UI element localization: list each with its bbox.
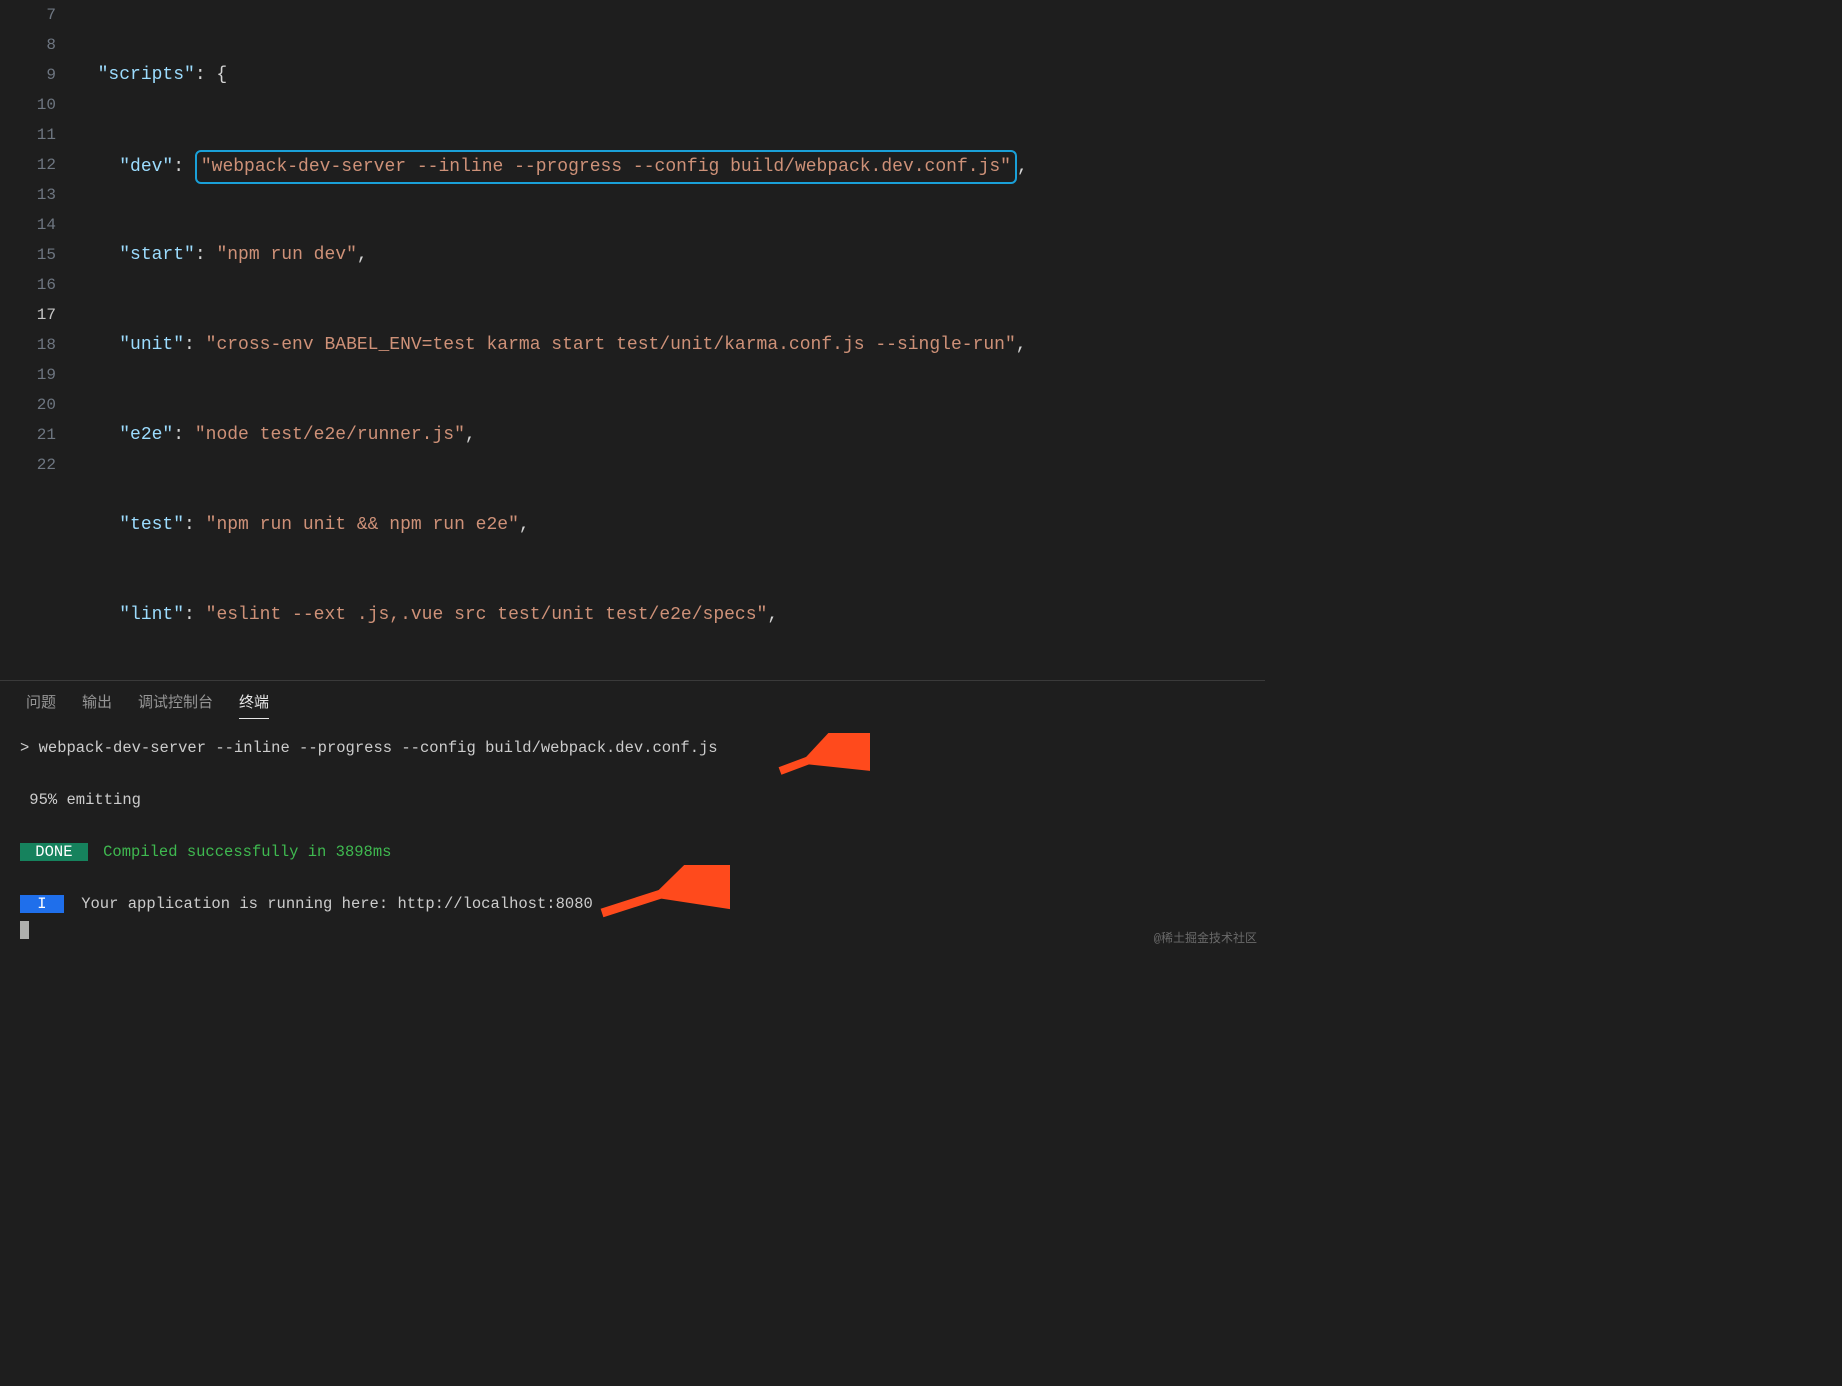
tab-debug-console[interactable]: 调试控制台 [138,691,213,719]
line-number: 8 [0,30,56,60]
terminal-line: DONE Compiled successfully in 3898ms [20,839,1245,865]
arrow-annotation-icon [590,865,730,925]
code-line[interactable]: "dev": "webpack-dev-server --inline --pr… [76,150,1265,180]
terminal-line: > webpack-dev-server --inline --progress… [20,735,1245,761]
line-number: 14 [0,210,56,240]
panel-tabs: 问题 输出 调试控制台 终端 [0,681,1265,725]
code-line[interactable]: "scripts": { [76,60,1265,90]
line-number: 16 [0,270,56,300]
line-number: 17 [0,300,56,330]
line-number: 22 [0,450,56,480]
line-number: 7 [0,0,56,30]
tab-terminal[interactable]: 终端 [239,691,269,719]
bottom-panel: 问题 输出 调试控制台 终端 > webpack-dev-server --in… [0,680,1265,952]
tab-problems[interactable]: 问题 [26,691,56,719]
watermark: @稀土掘金技术社区 [1154,929,1257,946]
terminal-line [20,761,1245,787]
line-number: 18 [0,330,56,360]
terminal-line: 95% emitting [20,787,1245,813]
line-number: 13 [0,180,56,210]
code-line[interactable]: "lint": "eslint --ext .js,.vue src test/… [76,600,1265,630]
info-badge: I [20,895,64,913]
code-line[interactable]: "start": "npm run dev", [76,240,1265,270]
code-line[interactable]: "e2e": "node test/e2e/runner.js", [76,420,1265,450]
code-content[interactable]: "scripts": { "dev": "webpack-dev-server … [76,0,1265,680]
terminal-line [20,813,1245,839]
code-editor[interactable]: 7 8 9 10 11 12 13 14 15 16 17 18 19 20 2… [0,0,1265,680]
line-number: 9 [0,60,56,90]
highlight-box: "webpack-dev-server --inline --progress … [195,150,1017,184]
done-badge: DONE [20,843,88,861]
line-number: 10 [0,90,56,120]
arrow-annotation-icon [770,733,870,783]
tab-output[interactable]: 输出 [82,691,112,719]
line-number: 20 [0,390,56,420]
code-line[interactable]: "unit": "cross-env BABEL_ENV=test karma … [76,330,1265,360]
line-number: 21 [0,420,56,450]
line-gutter: 7 8 9 10 11 12 13 14 15 16 17 18 19 20 2… [0,0,76,680]
code-line[interactable]: "test": "npm run unit && npm run e2e", [76,510,1265,540]
line-number: 19 [0,360,56,390]
line-number: 11 [0,120,56,150]
terminal-cursor [20,921,29,939]
terminal-output[interactable]: > webpack-dev-server --inline --progress… [0,725,1265,953]
line-number: 12 [0,150,56,180]
line-number: 15 [0,240,56,270]
